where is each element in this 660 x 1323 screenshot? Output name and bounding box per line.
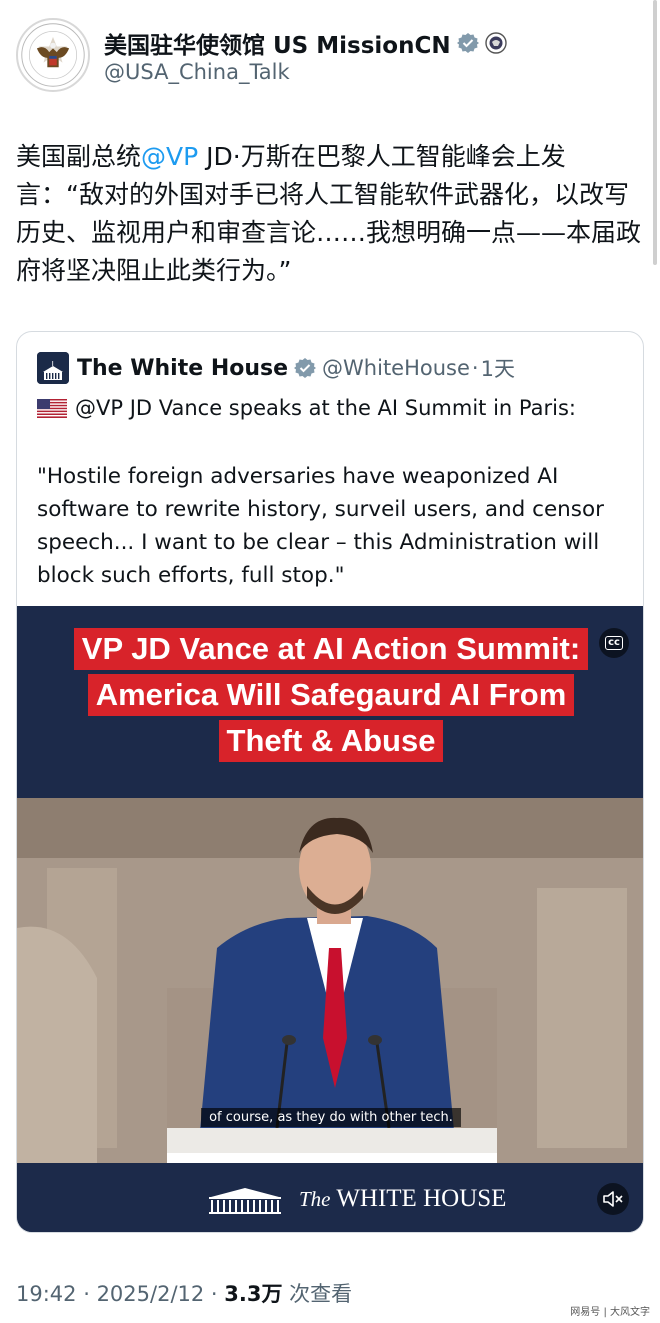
views-count: 3.3万: [224, 1282, 283, 1306]
quoted-headline: @VP JD Vance speaks at the AI Summit in …: [37, 396, 576, 420]
separator-dot: ·: [471, 356, 479, 380]
video-player[interactable]: VP JD Vance at AI Action Summit: America…: [17, 606, 643, 1232]
source-watermark: 网易号 | 大风文字: [570, 1307, 650, 1318]
wordmark-brand: WHITE HOUSE: [336, 1185, 507, 1212]
wordmark-the: The: [299, 1187, 331, 1211]
white-house-avatar[interactable]: [37, 352, 69, 384]
speaker-muted-icon: [603, 1191, 623, 1207]
quoted-quote-text: "Hostile foreign adversaries have weapon…: [37, 464, 604, 588]
video-subtitle-text: of course, as they do with other tech.: [201, 1108, 461, 1127]
post-date[interactable]: 2025/2/12: [97, 1282, 205, 1306]
video-title-line-1: VP JD Vance at AI Action Summit:: [73, 628, 589, 670]
video-title-line-2: America Will Safegaurd AI From: [87, 674, 575, 716]
quoted-headline-text: @VP JD Vance speaks at the AI Summit in …: [75, 396, 576, 420]
mute-toggle-button[interactable]: [597, 1183, 629, 1215]
views-label: 次查看: [282, 1282, 353, 1306]
video-subtitle: of course, as they do with other tech.: [17, 1106, 643, 1127]
white-house-logo-icon: [209, 1188, 281, 1214]
post-meta: 19:42 · 2025/2/12 · 3.3万 次查看: [16, 1278, 352, 1308]
white-house-building-icon: [37, 352, 69, 384]
meta-separator: ·: [204, 1282, 225, 1306]
white-house-wordmark: The WHITE HOUSE: [299, 1185, 506, 1213]
closed-captions-button[interactable]: cc: [599, 628, 629, 658]
verified-gray-badge-icon: [456, 33, 479, 53]
author-name[interactable]: 美国驻华使领馆 US MissionCN: [104, 26, 451, 60]
video-title-line-3: Theft & Abuse: [218, 720, 444, 762]
page-scrollbar[interactable]: [653, 0, 657, 265]
post-time[interactable]: 19:42: [16, 1282, 77, 1306]
quoted-author-name[interactable]: The White House: [77, 356, 288, 381]
eagle-seal-icon: [21, 23, 85, 87]
author-handle[interactable]: @USA_China_Talk: [104, 60, 290, 84]
verified-gray-badge-icon: [294, 358, 317, 378]
video-title: VP JD Vance at AI Action Summit: America…: [17, 628, 643, 766]
us-flag-icon: [37, 398, 67, 418]
post-text: 美国副总统@VP JD·万斯在巴黎人工智能峰会上发言：“敌对的外国对手已将人工智…: [16, 138, 644, 290]
quoted-post-header: The White House @WhiteHouse · 1天: [37, 352, 515, 384]
cc-icon: cc: [605, 636, 623, 650]
quoted-time[interactable]: 1天: [481, 353, 515, 383]
quoted-post-card[interactable]: The White House @WhiteHouse · 1天 @VP JD …: [16, 331, 644, 1233]
post-text-prefix: 美国副总统: [16, 142, 142, 171]
government-seal-icon: [484, 32, 507, 54]
video-footer: The WHITE HOUSE: [17, 1163, 643, 1232]
post-header: 美国驻华使领馆 US MissionCN @USA_China_Talk: [16, 14, 636, 98]
author-avatar[interactable]: [16, 18, 90, 92]
meta-separator: ·: [76, 1282, 97, 1306]
quoted-author-handle[interactable]: @WhiteHouse: [322, 356, 470, 380]
video-frame: of course, as they do with other tech.: [17, 798, 643, 1163]
mention-link[interactable]: @VP: [141, 142, 198, 171]
